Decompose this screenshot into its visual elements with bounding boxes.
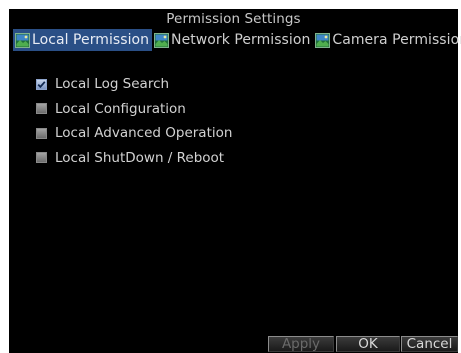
tab-local-permission[interactable]: Local Permission	[13, 29, 153, 51]
permission-tabs: Local Permission Network Permission Came…	[13, 29, 461, 51]
checkbox-unchecked[interactable]	[36, 152, 47, 164]
permission-label: Local ShutDown / Reboot	[55, 149, 225, 166]
camera-view-icon	[154, 32, 170, 48]
camera-view-icon	[15, 32, 30, 48]
camera-view-icon	[315, 32, 331, 48]
permission-local-shutdown-reboot[interactable]: Local ShutDown / Reboot	[36, 146, 232, 171]
ok-button[interactable]: OK	[336, 336, 400, 352]
checkbox-unchecked[interactable]	[36, 103, 47, 115]
apply-button[interactable]: Apply	[268, 336, 334, 352]
tab-network-permission[interactable]: Network Permission	[152, 29, 313, 51]
tab-label: Network Permission	[171, 32, 311, 48]
permission-local-configuration[interactable]: Local Configuration	[36, 97, 232, 122]
dialog-title: Permission Settings	[166, 11, 301, 27]
permission-local-log-search[interactable]: Local Log Search	[36, 72, 232, 97]
permission-settings-dialog: Permission Settings Local Permission Net…	[9, 9, 461, 353]
tab-label: Camera Permission	[332, 32, 461, 48]
checkbox-unchecked[interactable]	[36, 127, 47, 139]
dialog-button-bar: Apply OK Cancel	[268, 336, 458, 352]
permission-list: Local Log Search Local Configuration Loc…	[36, 72, 232, 170]
cancel-button[interactable]: Cancel	[401, 336, 458, 352]
permission-label: Local Log Search	[55, 76, 170, 93]
permission-local-advanced-operation[interactable]: Local Advanced Operation	[36, 121, 232, 146]
tab-label: Local Permission	[32, 32, 150, 48]
checkbox-checked[interactable]	[36, 78, 47, 90]
tab-camera-permission[interactable]: Camera Permission	[313, 29, 461, 51]
permission-label: Local Configuration	[55, 100, 186, 117]
checkmark-icon	[37, 80, 46, 88]
permission-label: Local Advanced Operation	[55, 125, 233, 142]
